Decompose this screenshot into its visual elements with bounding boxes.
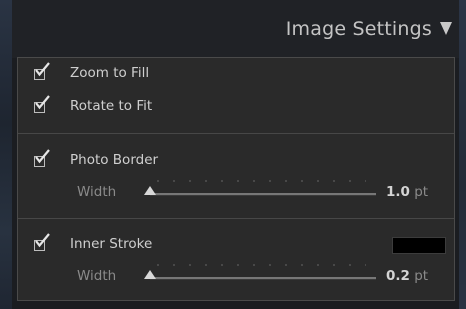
checkmark-icon [35, 62, 50, 77]
inner-stroke-checkbox[interactable] [33, 233, 51, 252]
photo-border-label: Photo Border [70, 152, 159, 168]
photo-border-width-value: 1.0 pt [386, 182, 428, 202]
zoom-to-fill-checkbox[interactable] [33, 62, 51, 81]
checkmark-icon [35, 149, 50, 164]
panel-title: Image Settings [285, 18, 432, 40]
panel-bottom-edge [12, 301, 459, 309]
section-divider [18, 218, 454, 219]
photo-border-width-slider[interactable] [144, 180, 376, 201]
slider-track [150, 277, 376, 280]
inner-stroke-width-slider[interactable] [144, 264, 376, 285]
slider-track [150, 193, 376, 196]
slider-thumb[interactable] [144, 270, 156, 279]
photo-border-width-label: Width [77, 184, 117, 200]
inner-stroke-width-value: 0.2 pt [386, 266, 428, 286]
panel-header[interactable]: Image Settings [12, 0, 459, 58]
rotate-to-fit-checkbox[interactable] [33, 95, 51, 114]
slider-tick-marks [150, 180, 366, 182]
zoom-to-fill-label: Zoom to Fill [70, 65, 150, 81]
inner-stroke-color-swatch[interactable] [392, 237, 446, 254]
section-divider [18, 133, 454, 134]
checkmark-icon [35, 95, 50, 110]
width-unit: pt [414, 184, 429, 200]
triangle-down-icon[interactable] [440, 22, 452, 35]
slider-thumb[interactable] [144, 186, 156, 195]
inner-stroke-label: Inner Stroke [70, 236, 153, 252]
slider-tick-marks [150, 264, 366, 266]
width-unit: pt [414, 268, 429, 284]
background-edge-left [0, 0, 12, 309]
inner-stroke-width-label: Width [77, 268, 117, 284]
photo-border-checkbox[interactable] [33, 149, 51, 168]
width-number: 1.0 [386, 184, 410, 200]
background-edge-right [459, 0, 466, 309]
rotate-to-fit-label: Rotate to Fit [70, 98, 153, 114]
width-number: 0.2 [386, 268, 410, 284]
checkmark-icon [35, 233, 50, 248]
